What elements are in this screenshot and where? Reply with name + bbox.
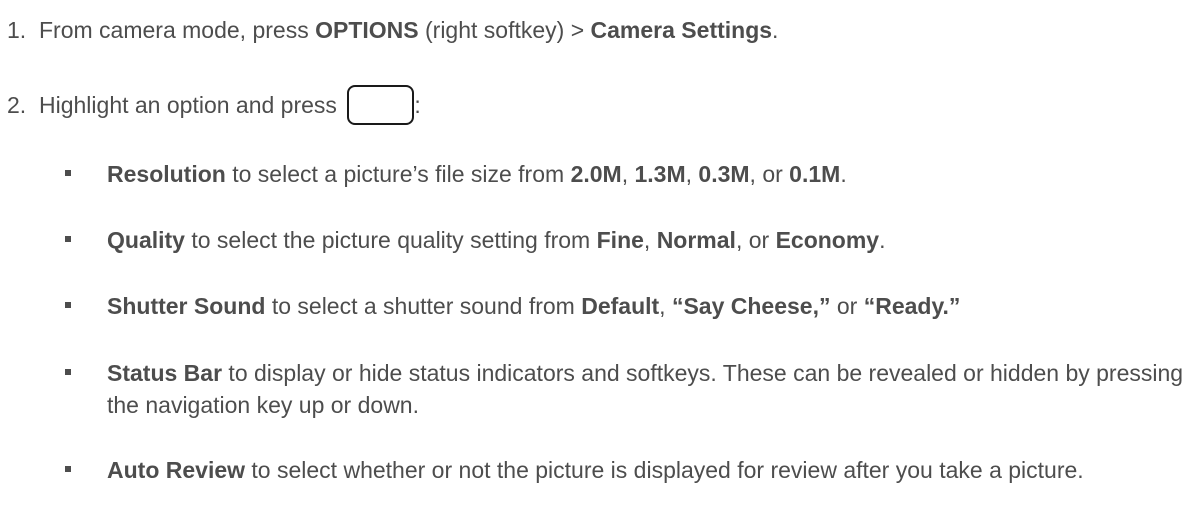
bullet-square-icon [65,466,71,472]
option-value: “Ready.” [863,293,961,319]
step-text: (right softkey) > [418,17,591,43]
list-item-status-bar: Status Bar to display or hide status ind… [65,357,1197,421]
option-value: 2.0M [570,161,622,187]
list-item-auto-review: Auto Review to select whether or not the… [65,454,1197,486]
separator: . [840,161,847,187]
step-number: 2. [7,92,27,119]
option-description: to select whether or not the picture is … [245,457,1084,483]
step-number: 1. [7,17,27,43]
bullet-square-icon [65,369,71,375]
option-name: Auto Review [107,457,246,483]
option-value: 0.3M [698,161,750,187]
separator: , [643,227,657,253]
list-item-shutter-sound: Shutter Sound to select a shutter sound … [65,290,1197,322]
option-value: Normal [656,227,736,253]
step-text: Highlight an option and press [39,92,344,119]
separator: or [830,293,864,319]
option-description: to select a picture’s file size from [225,161,571,187]
option-name: Status Bar [107,360,223,386]
option-description: to display or hide status indicators and… [107,360,1184,418]
option-value: “Say Cheese,” [671,293,831,319]
camera-settings-label: Camera Settings [590,17,773,43]
separator: , [621,161,635,187]
separator: , or [735,227,776,253]
option-name: Resolution [107,161,226,187]
option-value: 0.1M [789,161,841,187]
option-name: Quality [107,227,185,253]
list-item-resolution: Resolution to select a picture’s file si… [65,158,1197,190]
bullet-square-icon [65,170,71,176]
step-text: : [414,92,421,119]
option-value: 1.3M [634,161,686,187]
bullet-square-icon [65,236,71,242]
options-key-label: OPTIONS [315,17,419,43]
step-text: . [772,17,779,43]
separator: , [659,293,672,319]
option-description: to select the picture quality setting fr… [184,227,597,253]
option-value: Default [581,293,660,319]
option-description: to select a shutter sound from [265,293,582,319]
bullet-square-icon [65,302,71,308]
separator: , or [749,161,790,187]
option-value: Fine [596,227,644,253]
ok-key-icon [347,85,415,125]
option-value: Economy [775,227,880,253]
step-text: From camera mode, press [39,17,316,43]
step-2: 2. Highlight an option and press : [7,85,421,127]
separator: . [879,227,886,253]
step-1: 1. From camera mode, press OPTIONS (right… [7,14,778,46]
separator: , [685,161,699,187]
list-item-quality: Quality to select the picture quality se… [65,224,1197,256]
option-name: Shutter Sound [107,293,266,319]
